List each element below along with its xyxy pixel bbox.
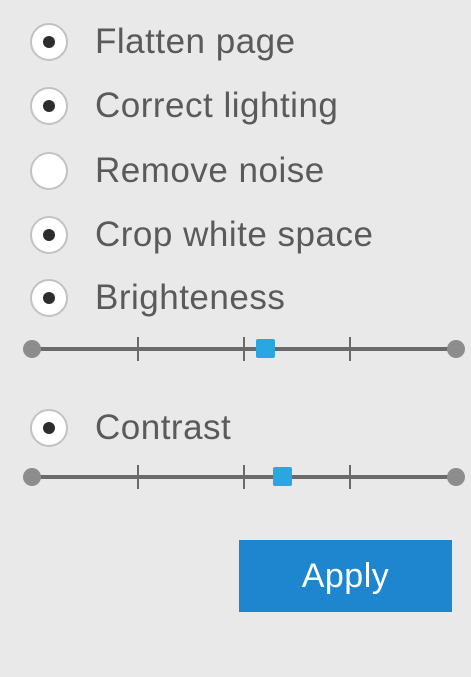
crop-white-space-option[interactable]: Crop white space [30, 212, 373, 258]
contrast-slider[interactable] [20, 462, 468, 492]
flatten-page-radio[interactable] [30, 23, 68, 61]
contrast-radio[interactable] [30, 409, 68, 447]
brightness-radio[interactable] [30, 279, 68, 317]
radio-selected-dot [43, 100, 55, 112]
flatten-page-option[interactable]: Flatten page [30, 19, 296, 65]
radio-selected-dot [43, 292, 55, 304]
slider-tick [243, 337, 245, 361]
correct-lighting-radio[interactable] [30, 87, 68, 125]
slider-tick [137, 465, 139, 489]
flatten-page-label: Flatten page [95, 22, 296, 61]
slider-max-knob [447, 468, 465, 486]
brightness-slider-thumb[interactable] [256, 339, 276, 358]
slider-max-knob [447, 340, 465, 358]
brightness-option[interactable]: Brighteness [30, 275, 285, 321]
radio-selected-dot [43, 422, 55, 434]
apply-button[interactable]: Apply [239, 540, 452, 612]
correct-lighting-label: Correct lighting [95, 86, 339, 125]
slider-tick [349, 465, 351, 489]
contrast-option[interactable]: Contrast [30, 405, 231, 451]
remove-noise-option[interactable]: Remove noise [30, 148, 325, 194]
crop-white-space-label: Crop white space [95, 215, 374, 254]
radio-selected-dot [43, 229, 55, 241]
correct-lighting-option[interactable]: Correct lighting [30, 83, 338, 129]
image-adjustment-panel: Flatten page Correct lighting Remove noi… [0, 0, 471, 677]
contrast-slider-thumb[interactable] [273, 467, 293, 486]
slider-tick [137, 337, 139, 361]
brightness-slider[interactable] [20, 334, 468, 364]
brightness-label: Brighteness [95, 278, 286, 317]
slider-min-knob [23, 340, 41, 358]
slider-tick [243, 465, 245, 489]
slider-tick [349, 337, 351, 361]
crop-white-space-radio[interactable] [30, 216, 68, 254]
remove-noise-radio[interactable] [30, 152, 68, 190]
radio-selected-dot [43, 36, 55, 48]
slider-min-knob [23, 468, 41, 486]
remove-noise-label: Remove noise [95, 151, 325, 190]
contrast-label: Contrast [95, 408, 232, 447]
